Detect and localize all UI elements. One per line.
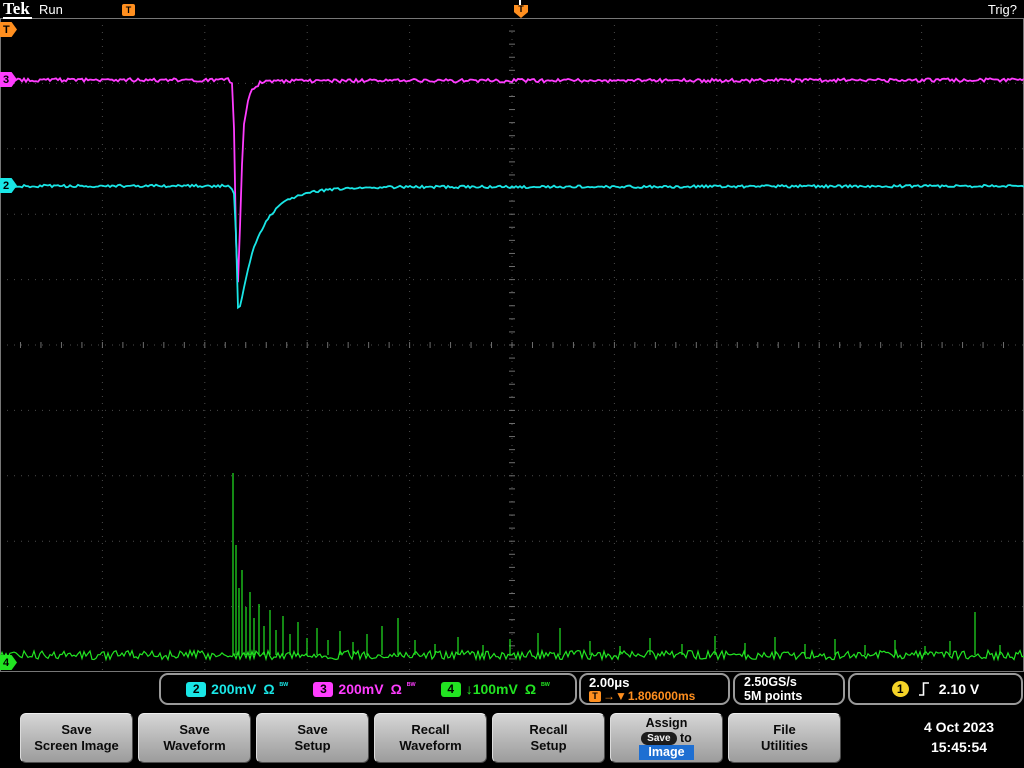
record-length: 5M points xyxy=(744,689,803,703)
ch4-badge: 4 xyxy=(440,681,461,697)
ch3-coupling: Ω xyxy=(390,681,402,697)
acquisition-status: Run xyxy=(39,2,63,17)
trigger-readout[interactable]: 1 2.10 V xyxy=(848,673,1023,705)
ch2-scale: 200mV xyxy=(211,681,257,697)
record-trigger-icon: T xyxy=(122,4,135,16)
ch2-readout[interactable]: 2 200mV Ωᴮᵂ xyxy=(186,681,288,697)
channel-readouts-box: 2 200mV Ωᴮᵂ 3 200mV Ωᴮᵂ 4 ↓100mV Ωᴮᵂ xyxy=(159,673,577,705)
waveform-svg xyxy=(0,18,1024,672)
recall-setup-button[interactable]: Recall Setup xyxy=(492,713,605,763)
tek-logo: Tek xyxy=(3,0,32,19)
trigger-position-marker[interactable]: T xyxy=(514,5,528,18)
sample-rate: 2.50GS/s xyxy=(744,675,797,689)
save-waveform-button[interactable]: Save Waveform xyxy=(138,713,251,763)
date: 4 Oct 2023 xyxy=(923,719,995,735)
ch2-coupling: Ω xyxy=(263,681,275,697)
menu-bar: Save Screen Image Save Waveform Save Set… xyxy=(0,708,1024,768)
ch4-coupling: Ω xyxy=(524,681,537,697)
top-status-bar: Tek Run Trig? T T xyxy=(0,0,1024,19)
trigger-status: Trig? xyxy=(987,2,1017,17)
delay-value: 1.806000ms xyxy=(627,688,696,703)
ch4-scale: ↓100mV xyxy=(465,681,518,697)
assign-save-to-image-button[interactable]: Assign Save to Image xyxy=(610,713,723,763)
recall-waveform-button[interactable]: Recall Waveform xyxy=(374,713,487,763)
ch4-bandwidth-icon: ᴮᵂ xyxy=(541,680,550,690)
trigger-t-icon: T xyxy=(589,690,601,702)
ch4-readout[interactable]: 4 ↓100mV Ωᴮᵂ xyxy=(440,680,550,697)
trigger-source-badge: 1 xyxy=(891,681,909,697)
timebase-scale: 2.00μs xyxy=(589,674,630,690)
trigger-level-value: 2.10 V xyxy=(938,681,980,697)
date-time: 4 Oct 2023 15:45:54 xyxy=(893,717,1024,757)
ch2-bandwidth-icon: ᴮᵂ xyxy=(279,680,289,690)
waveform-display xyxy=(0,18,1024,672)
readout-bar: 2 200mV Ωᴮᵂ 3 200mV Ωᴮᵂ 4 ↓100mV Ωᴮᵂ 2.0… xyxy=(0,672,1024,708)
save-screen-image-button[interactable]: Save Screen Image xyxy=(20,713,133,763)
file-utilities-button[interactable]: File Utilities xyxy=(728,713,841,763)
ch3-readout[interactable]: 3 200mV Ωᴮᵂ xyxy=(313,680,416,697)
assign-target-highlight: Image xyxy=(639,745,694,760)
ch3-badge: 3 xyxy=(313,681,334,697)
acquisition-readout[interactable]: 2.50GS/s 5M points xyxy=(733,673,845,705)
timebase-readout[interactable]: 2.00μs T →▼ 1.806000ms xyxy=(579,673,730,705)
delay-arrows: →▼ xyxy=(603,688,627,703)
save-pill-icon: Save xyxy=(641,731,677,745)
ch3-scale: 200mV xyxy=(338,681,384,697)
ch2-badge: 2 xyxy=(186,681,207,697)
trigger-slope-icon xyxy=(918,682,929,696)
time: 15:45:54 xyxy=(930,739,988,755)
save-setup-button[interactable]: Save Setup xyxy=(256,713,369,763)
oscilloscope-screen: Tek Run Trig? T T T 3 2 4 2 200mV Ωᴮᵂ 3 … xyxy=(0,0,1024,768)
ch3-bandwidth-icon: ᴮᵂ xyxy=(406,680,416,690)
trigger-delay-readout: T →▼ 1.806000ms xyxy=(589,688,696,703)
